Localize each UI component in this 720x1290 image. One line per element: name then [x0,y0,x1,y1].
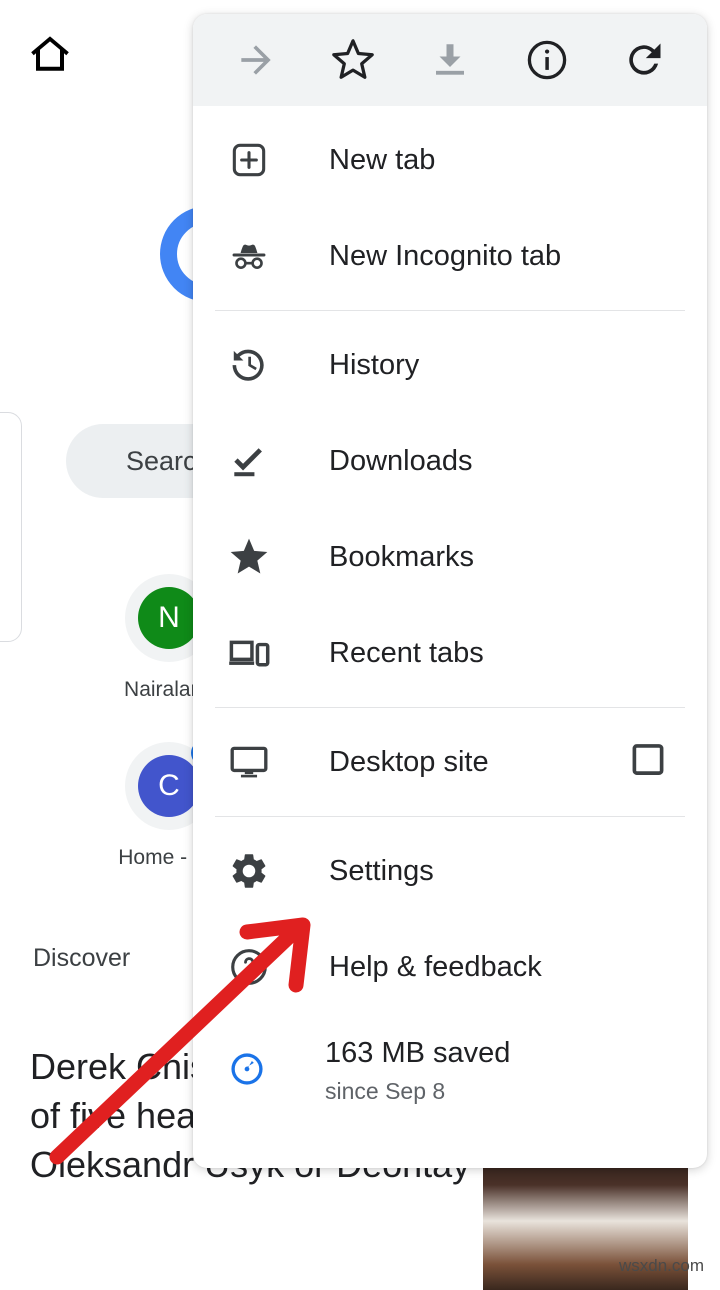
data-saver-text: 163 MB saved since Sep 8 [325,1035,510,1107]
chrome-overflow-menu: New tab New Incognito tab History Downlo… [193,14,707,1168]
recent-tabs-icon [226,631,272,675]
tile-initial: N [138,587,200,649]
menu-item-list: New tab New Incognito tab History Downlo… [193,106,707,1127]
settings-gear-icon [226,850,272,892]
screen-root: Search or N Nairaland C S Home - Ca Disc… [0,0,720,1290]
star-icon[interactable] [322,29,384,91]
data-saver-since: since Sep 8 [325,1078,446,1104]
help-icon [226,946,272,988]
history-icon [226,344,272,386]
menu-item-label: Settings [329,854,434,887]
menu-item-desktop-site[interactable]: Desktop site [193,714,707,810]
menu-toolbar [193,14,707,106]
menu-item-new-tab[interactable]: New tab [193,112,707,208]
incognito-icon [226,235,272,277]
menu-item-recent-tabs[interactable]: Recent tabs [193,605,707,701]
menu-divider [215,816,685,817]
new-tab-icon [226,140,272,180]
site-watermark: wsxdn.com [618,1256,704,1275]
discover-heading: Discover [33,944,131,972]
downloads-icon [226,440,272,482]
download-icon[interactable] [419,29,481,91]
menu-divider [215,707,685,708]
menu-item-label: Recent tabs [329,636,484,669]
menu-item-label: New tab [329,143,436,176]
side-card-peek [0,412,22,642]
menu-item-new-incognito-tab[interactable]: New Incognito tab [193,208,707,304]
speedometer-icon [226,1048,268,1095]
menu-item-label: Desktop site [329,745,489,778]
menu-divider [215,310,685,311]
menu-item-bookmarks[interactable]: Bookmarks [193,509,707,605]
menu-item-help-feedback[interactable]: Help & feedback [193,919,707,1015]
forward-arrow-icon[interactable] [225,29,287,91]
menu-item-label: Downloads [329,444,473,477]
data-saver-amount: 163 MB saved [325,1037,511,1069]
menu-item-label: Help & feedback [329,950,542,983]
desktop-site-icon [226,741,272,783]
desktop-site-checkbox[interactable] [629,741,667,784]
bookmarks-star-icon [226,535,272,579]
menu-item-history[interactable]: History [193,317,707,413]
tile-initial: C [138,755,200,817]
menu-item-data-saver[interactable]: 163 MB saved since Sep 8 [193,1015,707,1127]
home-icon[interactable] [26,30,74,78]
menu-item-downloads[interactable]: Downloads [193,413,707,509]
reload-icon[interactable] [613,29,675,91]
menu-item-label: New Incognito tab [329,239,562,272]
menu-item-label: History [329,348,420,381]
menu-item-settings[interactable]: Settings [193,823,707,919]
menu-item-label: Bookmarks [329,540,475,573]
info-icon[interactable] [516,29,578,91]
